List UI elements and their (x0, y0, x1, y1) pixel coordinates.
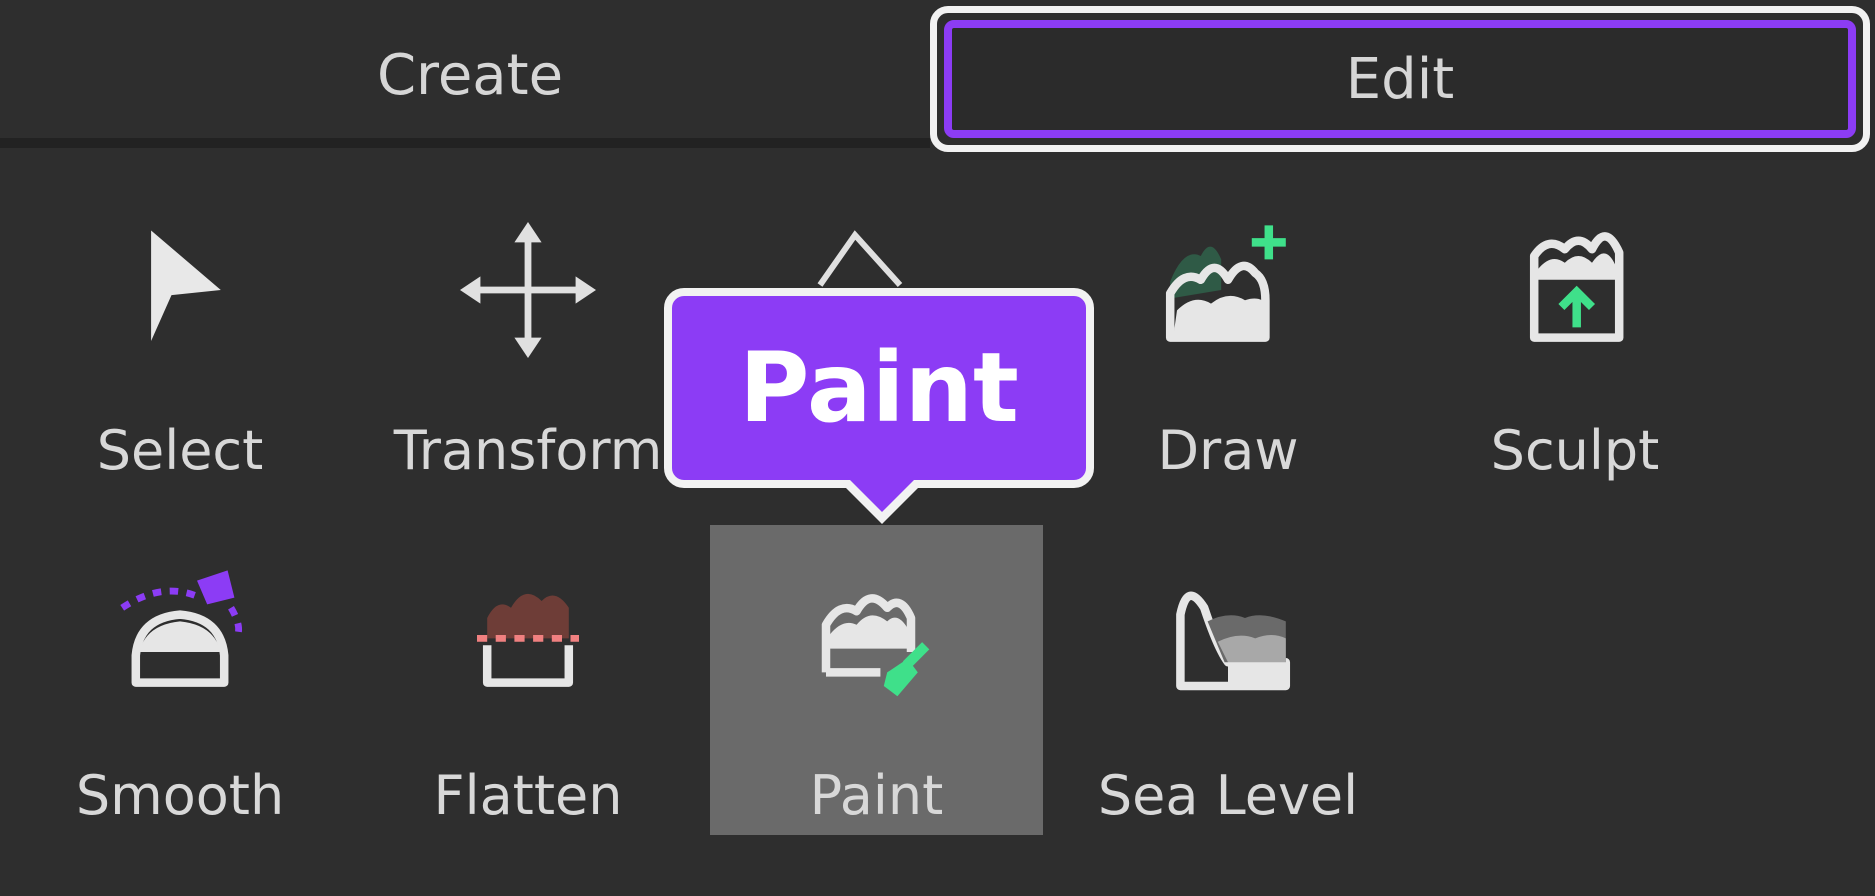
tooltip-tail-fill (848, 478, 916, 512)
terrain-add-icon (1143, 205, 1313, 375)
tool-draw[interactable]: Draw (1058, 180, 1398, 485)
paint-tooltip: Paint (664, 288, 1094, 488)
tool-transform[interactable]: Transform (358, 180, 698, 485)
tool-sea-level[interactable]: Sea Level (1058, 525, 1398, 830)
tool-paint[interactable]: Paint (710, 525, 1043, 835)
tab-create[interactable]: Create (0, 0, 940, 150)
terrain-flatten-icon (443, 550, 613, 720)
tool-select[interactable]: Select (10, 180, 350, 485)
cursor-icon (95, 205, 265, 375)
tool-sculpt-label: Sculpt (1490, 419, 1660, 482)
tab-divider (0, 138, 930, 148)
tab-edit[interactable]: Edit (930, 6, 1870, 152)
tab-edit-label: Edit (944, 20, 1856, 138)
tool-flatten-label: Flatten (433, 764, 623, 827)
tool-paint-label: Paint (809, 764, 944, 827)
tool-smooth-label: Smooth (75, 764, 285, 827)
tab-bar: Create Edit (0, 0, 1875, 152)
tool-draw-label: Draw (1157, 419, 1299, 482)
terrain-sculpt-icon (1490, 205, 1660, 375)
tool-sea-level-label: Sea Level (1097, 764, 1359, 827)
tool-flatten[interactable]: Flatten (358, 525, 698, 830)
tool-transform-label: Transform (393, 419, 663, 482)
tool-sculpt[interactable]: Sculpt (1405, 180, 1745, 485)
tool-smooth[interactable]: Smooth (10, 525, 350, 830)
sea-level-icon (1143, 550, 1313, 720)
tool-select-label: Select (96, 419, 264, 482)
terrain-smooth-icon (95, 550, 265, 720)
terrain-paint-icon (792, 550, 962, 720)
move-arrows-icon (443, 205, 613, 375)
